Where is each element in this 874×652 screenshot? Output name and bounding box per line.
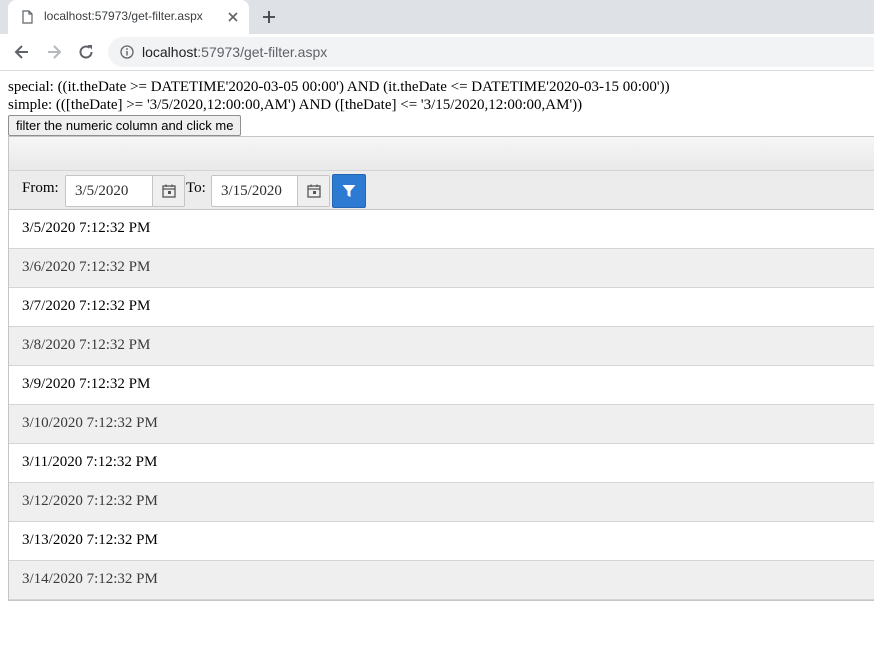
from-calendar-button[interactable]	[152, 176, 184, 206]
browser-tab[interactable]: localhost:57973/get-filter.aspx	[8, 0, 249, 34]
close-icon[interactable]	[226, 10, 240, 24]
calendar-icon	[162, 184, 176, 198]
to-date-picker	[211, 175, 330, 207]
date-cell: 3/9/2020 7:12:32 PM	[22, 376, 151, 392]
forward-arrow-icon[interactable]	[44, 42, 64, 62]
url-path: :57973/get-filter.aspx	[197, 44, 328, 60]
table-row[interactable]: 3/8/2020 7:12:32 PM	[9, 327, 874, 366]
browser-toolbar: localhost:57973/get-filter.aspx	[0, 34, 874, 71]
table-row[interactable]: 3/9/2020 7:12:32 PM	[9, 366, 874, 405]
back-arrow-icon[interactable]	[12, 42, 32, 62]
to-calendar-button[interactable]	[297, 176, 329, 206]
info-icon[interactable]	[120, 45, 134, 59]
table-row[interactable]: 3/5/2020 7:12:32 PM	[9, 210, 874, 249]
table-row[interactable]: 3/13/2020 7:12:32 PM	[9, 522, 874, 561]
tab-title: localhost:57973/get-filter.aspx	[44, 9, 203, 23]
table-row[interactable]: 3/11/2020 7:12:32 PM	[9, 444, 874, 483]
date-cell: 3/6/2020 7:12:32 PM	[22, 259, 151, 275]
date-cell: 3/10/2020 7:12:32 PM	[22, 415, 158, 431]
grid-header	[9, 137, 874, 171]
date-cell: 3/14/2020 7:12:32 PM	[22, 571, 158, 587]
filter-numeric-column-button[interactable]: filter the numeric column and click me	[8, 115, 242, 136]
date-cell: 3/12/2020 7:12:32 PM	[22, 493, 158, 509]
special-filter-expression: special: ((it.theDate >= DATETIME'2020-0…	[8, 79, 670, 95]
date-cell: 3/5/2020 7:12:32 PM	[22, 220, 151, 236]
date-cell: 3/8/2020 7:12:32 PM	[22, 337, 151, 353]
from-date-input[interactable]	[66, 176, 152, 206]
address-bar[interactable]: localhost:57973/get-filter.aspx	[108, 37, 874, 67]
date-cell: 3/13/2020 7:12:32 PM	[22, 532, 158, 548]
filter-row: From: To:	[9, 171, 874, 210]
table-row[interactable]: 3/14/2020 7:12:32 PM	[9, 561, 874, 600]
grid-rows: 3/5/2020 7:12:32 PM 3/6/2020 7:12:32 PM 3/…	[9, 210, 874, 600]
calendar-icon	[307, 184, 321, 198]
from-label: From:	[22, 180, 59, 196]
table-row[interactable]: 3/10/2020 7:12:32 PM	[9, 405, 874, 444]
filter-icon	[342, 185, 356, 197]
date-cell: 3/7/2020 7:12:32 PM	[22, 298, 151, 314]
plus-icon[interactable]	[260, 8, 278, 26]
table-row[interactable]: 3/7/2020 7:12:32 PM	[9, 288, 874, 327]
url-host: localhost	[142, 44, 198, 60]
apply-filter-button[interactable]	[332, 174, 366, 208]
simple-filter-expression: simple: (([theDate] >= '3/5/2020,12:00:0…	[8, 97, 583, 113]
table-row[interactable]: 3/6/2020 7:12:32 PM	[9, 249, 874, 288]
url-text: localhost:57973/get-filter.aspx	[142, 44, 327, 60]
to-date-input[interactable]	[212, 176, 297, 206]
from-date-picker	[65, 175, 185, 207]
date-cell: 3/11/2020 7:12:32 PM	[22, 454, 158, 470]
browser-tabstrip: localhost:57973/get-filter.aspx	[0, 0, 874, 34]
document-icon	[22, 10, 33, 24]
table-row[interactable]: 3/12/2020 7:12:32 PM	[9, 483, 874, 522]
date-grid: From: To:	[8, 136, 874, 601]
to-label: To:	[186, 180, 206, 196]
reload-icon[interactable]	[76, 42, 96, 62]
